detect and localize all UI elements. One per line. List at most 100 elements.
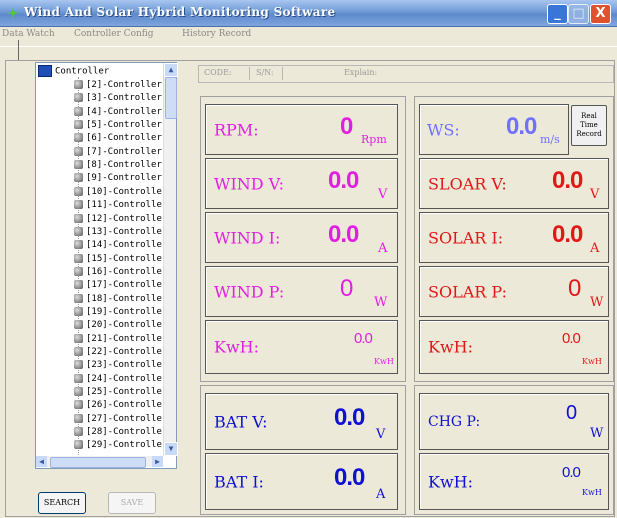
tree-item-controller[interactable]: [21]-Controller xyxy=(74,333,167,345)
wind-kwh-cell: KwH: 0.0 KwH xyxy=(205,320,398,374)
tree-item-controller[interactable]: [22]-Controller xyxy=(74,347,167,358)
chg-p-cell: CHG P: 0 W xyxy=(419,393,609,450)
wind-solar-app-icon xyxy=(7,7,19,19)
wind-i-cell: WIND I: 0.0 A xyxy=(205,212,398,263)
solar-i-label: SOLAR I: xyxy=(428,228,504,247)
solar-i-unit: A xyxy=(590,241,600,256)
menu-history-record[interactable]: History Record xyxy=(182,29,251,39)
controller-icon xyxy=(74,106,83,116)
tree-item-controller[interactable]: [13]-Controller xyxy=(74,226,167,238)
controller-icon xyxy=(74,186,83,196)
wind-i-label: WIND I: xyxy=(214,228,281,247)
tree-item-controller[interactable]: [10]-Controller xyxy=(74,186,167,198)
minimize-button[interactable]: _ xyxy=(547,4,568,24)
wind-p-unit: W xyxy=(374,295,388,310)
tree-item-controller[interactable]: [2]-Controller xyxy=(74,80,162,91)
solar-v-cell: SLOAR V: 0.0 V xyxy=(419,158,609,209)
controller-icon xyxy=(74,120,83,130)
menu-controller-config[interactable]: Controller Config xyxy=(74,29,154,39)
wind-i-value: 0.0 xyxy=(328,221,359,248)
code-label: CODE: xyxy=(204,68,232,77)
wind-v-value: 0.0 xyxy=(328,167,359,194)
controller-icon xyxy=(74,93,83,103)
ws-label: WS: xyxy=(427,120,460,139)
computer-icon xyxy=(38,65,52,77)
tree-vertical-scrollbar[interactable]: ▲ ▼ xyxy=(163,63,178,456)
tree-item-controller[interactable]: [9]-Controller xyxy=(74,173,162,184)
wind-kwh-unit: KwH xyxy=(374,357,394,366)
scroll-down-icon[interactable]: ▼ xyxy=(164,442,178,456)
rpm-label: RPM: xyxy=(214,120,259,139)
controller-icon xyxy=(74,427,83,437)
sn-label: S/N: xyxy=(256,68,274,77)
tree-item-controller[interactable]: [19]-Controller xyxy=(74,306,167,318)
ws-cell: WS: 0.0 m/s xyxy=(419,104,569,155)
tree-item-controller[interactable]: [6]-Controller xyxy=(74,133,162,144)
tree-item-controller[interactable]: [4]-Controller xyxy=(74,106,162,118)
tree-item-controller[interactable]: [18]-Controller xyxy=(74,293,167,305)
hscroll-thumb[interactable] xyxy=(50,457,146,468)
solar-p-cell: SOLAR P: 0 W xyxy=(419,266,609,317)
bat-v-cell: BAT V: 0.0 V xyxy=(205,393,398,450)
tree-item-controller[interactable]: [14]-Controller xyxy=(74,240,167,251)
controller-icon xyxy=(74,387,83,397)
controller-tree[interactable]: Controller [2]-Controller [3]-Controller [… xyxy=(35,62,177,469)
tree-item-controller[interactable]: [27]-Controller xyxy=(74,413,167,425)
controller-icon xyxy=(74,306,83,316)
tab-strip xyxy=(0,46,617,61)
scroll-right-icon[interactable]: ▶ xyxy=(152,456,163,467)
tree-item-controller[interactable]: [3]-Controller xyxy=(74,93,162,104)
controller-icon xyxy=(74,253,83,263)
chg-kwh-value: 0.0 xyxy=(562,464,581,481)
menu-bar: Data Watch Controller Config History Rec… xyxy=(0,27,617,43)
solar-v-label: SLOAR V: xyxy=(428,174,507,193)
tree-item-controller[interactable]: [15]-Controller xyxy=(74,253,167,265)
tree-item-controller[interactable]: [26]-Controller xyxy=(74,400,167,411)
real-time-record-button[interactable]: Real Time Record xyxy=(571,105,607,146)
scroll-left-icon[interactable]: ◀ xyxy=(36,456,47,467)
scroll-up-icon[interactable]: ▲ xyxy=(164,63,178,77)
controller-icon xyxy=(74,373,83,383)
controller-icon xyxy=(74,173,83,183)
rpm-unit: Rpm xyxy=(361,133,387,146)
tree-item-controller[interactable]: [17]-Controller xyxy=(74,280,167,291)
controller-icon xyxy=(74,413,83,423)
controller-icon xyxy=(74,440,83,450)
active-tab[interactable] xyxy=(18,40,59,61)
maximize-button[interactable]: □ xyxy=(568,4,589,24)
tree-item-controller[interactable]: [7]-Controller xyxy=(74,146,162,158)
solar-kwh-unit: KwH xyxy=(582,357,602,366)
save-button[interactable]: SAVE xyxy=(108,492,156,514)
wind-kwh-value: 0.0 xyxy=(354,330,373,347)
solar-kwh-value: 0.0 xyxy=(562,330,581,347)
controller-icon xyxy=(74,333,83,343)
close-button[interactable]: X xyxy=(590,4,611,24)
menu-data-watch[interactable]: Data Watch xyxy=(2,29,55,39)
tree-item-controller[interactable]: [23]-Controller xyxy=(74,360,167,371)
bat-i-cell: BAT I: 0.0 A xyxy=(205,453,398,510)
tree-item-controller[interactable]: [11]-Controller xyxy=(74,200,167,211)
tree-item-controller[interactable]: [25]-Controller xyxy=(74,387,167,398)
wind-v-cell: WIND V: 0.0 V xyxy=(205,158,398,209)
controller-icon xyxy=(74,266,83,276)
controller-icon xyxy=(74,280,83,290)
solar-kwh-cell: KwH: 0.0 KwH xyxy=(419,320,609,374)
controller-icon xyxy=(74,80,83,89)
wind-i-unit: A xyxy=(378,241,388,256)
tree-item-controller[interactable]: [28]-Controller xyxy=(74,427,167,438)
bat-i-unit: A xyxy=(376,487,386,502)
tree-item-controller[interactable]: [29]-Controller xyxy=(74,440,167,451)
tree-item-controller[interactable]: [24]-Controller xyxy=(74,373,167,385)
tree-item-controller[interactable]: [12]-Controller xyxy=(74,213,167,225)
tree-item-controller[interactable]: [8]-Controller xyxy=(74,160,162,171)
wind-v-unit: V xyxy=(378,187,388,202)
search-button[interactable]: SEARCH xyxy=(38,492,86,514)
bat-v-unit: V xyxy=(376,427,386,442)
tree-item-controller[interactable]: [16]-Controller xyxy=(74,266,167,278)
controller-icon xyxy=(74,200,83,210)
tree-item-controller[interactable]: [5]-Controller xyxy=(74,120,162,131)
tree-item-controller[interactable]: [20]-Controller xyxy=(74,320,167,331)
tree-horizontal-scrollbar[interactable]: ◀ ▶ xyxy=(36,456,163,468)
tree-root[interactable]: Controller xyxy=(38,65,109,77)
scroll-thumb[interactable] xyxy=(165,77,177,119)
